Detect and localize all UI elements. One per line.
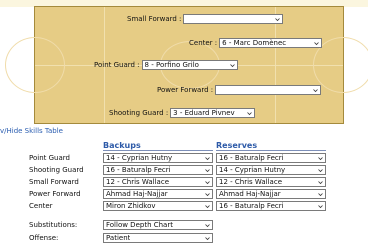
backup-select[interactable]: 12 - Chris Wallace xyxy=(103,177,213,187)
power-forward-row: Power Forward : xyxy=(157,85,322,95)
center-label: Center : xyxy=(189,39,218,47)
small-forward-row: Small Forward : xyxy=(127,14,284,24)
chevron-down-icon xyxy=(205,223,210,227)
substitutions-select[interactable]: Follow Depth Chart xyxy=(103,220,213,230)
reserve-select[interactable]: 12 - Chris Wallace xyxy=(216,177,326,187)
chevron-down-icon xyxy=(313,88,318,92)
chevron-down-icon xyxy=(318,180,323,184)
offense-select[interactable]: Patient xyxy=(103,233,213,243)
point-guard-row: Point Guard : 8 - Porfino Grilo xyxy=(94,60,238,70)
toggle-skills-table-link[interactable]: v/Hide Skills Table xyxy=(0,127,63,135)
chevron-down-icon xyxy=(205,168,210,172)
backup-select[interactable]: 16 - Baturalp Fecri xyxy=(103,165,213,175)
backup-select[interactable]: Miron Zhidkov xyxy=(103,201,213,211)
backup-select[interactable]: 14 - Cyprian Hutny xyxy=(103,153,213,163)
chevron-down-icon xyxy=(318,168,323,172)
chevron-down-icon xyxy=(205,236,210,240)
chevron-down-icon xyxy=(318,156,323,160)
reserves-header-rule xyxy=(216,150,326,151)
point-guard-label: Point Guard : xyxy=(94,61,140,69)
shooting-guard-label: Shooting Guard : xyxy=(109,109,169,117)
substitutions-label: Substitutions: xyxy=(29,221,78,229)
chevron-down-icon xyxy=(229,63,235,67)
small-forward-select[interactable] xyxy=(183,14,284,24)
backups-header-rule xyxy=(103,150,213,151)
center-select[interactable]: 6 - Marc Domènec xyxy=(219,38,323,48)
depth-row-label: Point Guard xyxy=(29,154,70,162)
reserves-header: Reserves xyxy=(216,141,258,150)
depth-row-label: Small Forward xyxy=(29,178,79,186)
reserve-select[interactable]: Ahmad Haj-Najjar xyxy=(216,189,326,199)
shooting-guard-row: Shooting Guard : 3 - Eduard Pivnev xyxy=(109,108,256,118)
reserve-select[interactable]: 16 - Baturalp Fecri xyxy=(216,153,326,163)
center-row: Center : 6 - Marc Domènec xyxy=(189,38,323,48)
chevron-down-icon xyxy=(205,192,210,196)
chevron-down-icon xyxy=(205,156,210,160)
depth-row-label: Center xyxy=(29,202,53,210)
point-guard-select[interactable]: 8 - Porfino Grilo xyxy=(141,60,238,70)
offense-label: Offense: xyxy=(29,234,59,242)
chevron-down-icon xyxy=(318,204,323,208)
depth-row-label: Shooting Guard xyxy=(29,166,84,174)
basketball-court: Small Forward : Center : 6 - Marc Domène… xyxy=(5,6,368,124)
power-forward-label: Power Forward : xyxy=(157,86,214,94)
chevron-down-icon xyxy=(318,192,323,196)
chevron-down-icon xyxy=(314,41,319,45)
chevron-down-icon xyxy=(275,17,281,21)
reserve-select[interactable]: 14 - Cyprian Hutny xyxy=(216,165,326,175)
backups-header: Backups xyxy=(103,141,141,150)
small-forward-label: Small Forward : xyxy=(127,15,182,23)
chevron-down-icon xyxy=(205,180,210,184)
power-forward-select[interactable] xyxy=(215,85,322,95)
shooting-guard-select[interactable]: 3 - Eduard Pivnev xyxy=(170,108,256,118)
backup-select[interactable]: Ahmad Haj-Najjar xyxy=(103,189,213,199)
chevron-down-icon xyxy=(205,204,210,208)
chevron-down-icon xyxy=(247,111,252,115)
reserve-select[interactable]: 16 - Baturalp Fecri xyxy=(216,201,326,211)
depth-row-label: Power Forward xyxy=(29,190,81,198)
